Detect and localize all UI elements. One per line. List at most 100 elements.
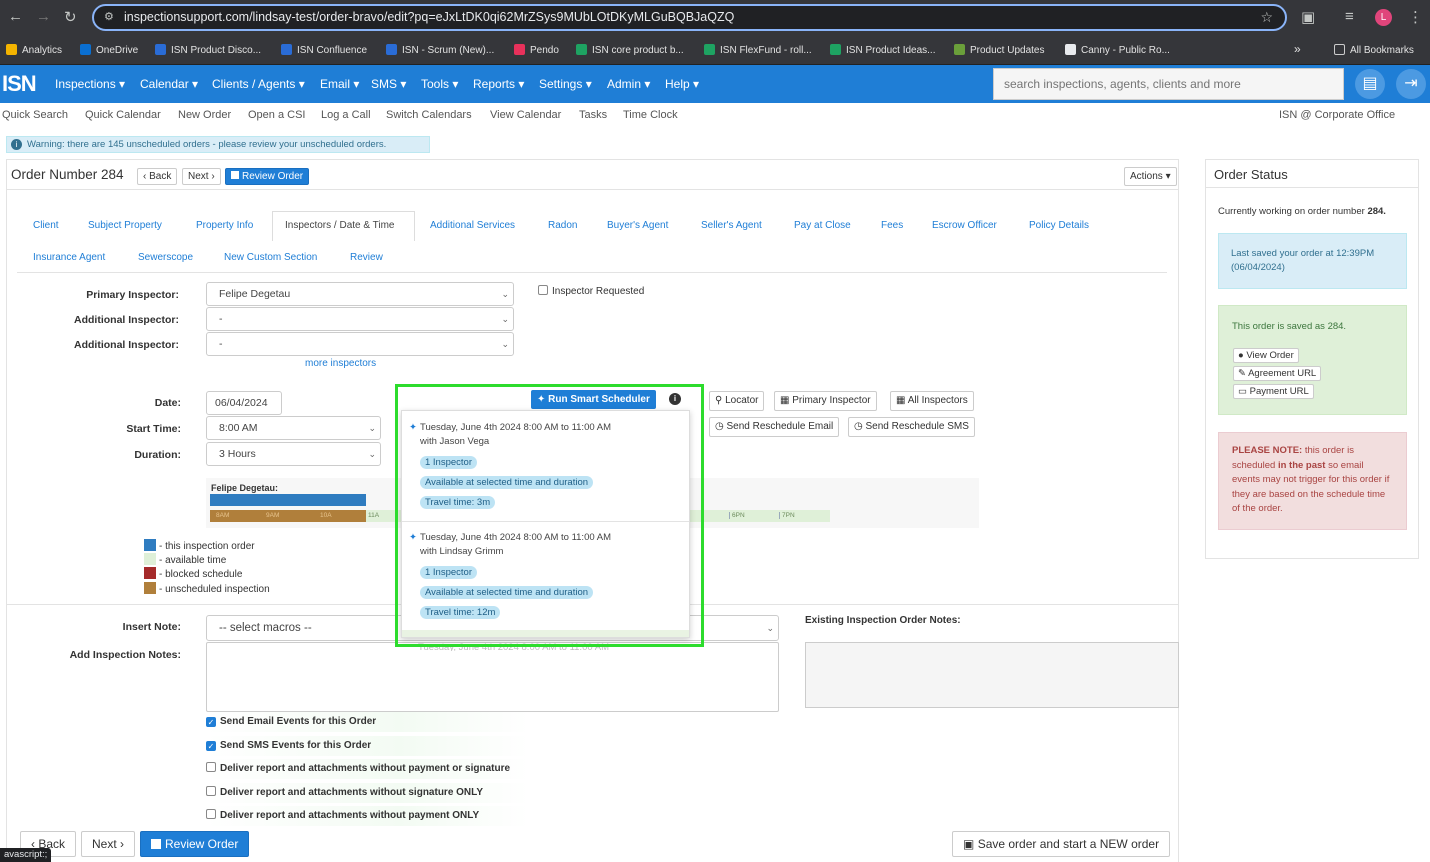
checkbox[interactable] bbox=[538, 285, 548, 295]
bookmark-item[interactable]: ISN Confluence bbox=[281, 44, 367, 56]
inspection-notes-textarea[interactable] bbox=[206, 642, 779, 712]
tab-subject-property[interactable]: Subject Property bbox=[88, 220, 162, 231]
footer-next-button[interactable]: Next › bbox=[81, 831, 136, 857]
more-inspectors-link[interactable]: more inspectors bbox=[305, 358, 376, 369]
subnav-time-clock[interactable]: Time Clock bbox=[623, 109, 678, 121]
primary-inspector-select[interactable]: Felipe Degetau ⌄ bbox=[206, 282, 514, 306]
office-label[interactable]: ISN @ Corporate Office bbox=[1279, 109, 1395, 121]
nav-email[interactable]: Email ▾ bbox=[320, 77, 359, 91]
tab-new-custom-section[interactable]: New Custom Section bbox=[224, 252, 317, 263]
tab-insurance-agent[interactable]: Insurance Agent bbox=[33, 252, 105, 263]
bookmark-item[interactable]: ISN Product Disco... bbox=[155, 44, 261, 56]
duration-select[interactable]: 3 Hours ⌄ bbox=[206, 442, 381, 466]
next-button[interactable]: Next › bbox=[182, 168, 221, 185]
tab-property-info[interactable]: Property Info bbox=[196, 220, 253, 231]
tab-fees[interactable]: Fees bbox=[881, 220, 903, 231]
bookmark-item[interactable]: ISN FlexFund - roll... bbox=[704, 44, 812, 56]
logout-icon[interactable]: ⇥ bbox=[1396, 69, 1426, 99]
checkbox[interactable] bbox=[206, 762, 216, 772]
profile-avatar[interactable]: L bbox=[1375, 9, 1392, 26]
bookmark-star-icon[interactable]: ☆ bbox=[1260, 6, 1273, 29]
unscheduled-warning[interactable]: i Warning: there are 145 unscheduled ord… bbox=[6, 136, 430, 153]
bookmark-item[interactable]: Product Updates bbox=[954, 44, 1045, 56]
tab-inspectors-date-time[interactable]: Inspectors / Date & Time bbox=[285, 220, 395, 231]
subnav-switch-calendars[interactable]: Switch Calendars bbox=[386, 109, 472, 121]
tab-radon[interactable]: Radon bbox=[548, 220, 577, 231]
back-arrow-icon[interactable]: ← bbox=[8, 8, 23, 25]
reading-list-icon[interactable]: ≡ bbox=[1345, 8, 1354, 25]
send-sms-events-option[interactable]: ✓ Send SMS Events for this Order bbox=[206, 736, 528, 756]
nav-clients-agents[interactable]: Clients / Agents ▾ bbox=[212, 77, 305, 91]
bookmark-item[interactable]: ISN - Scrum (New)... bbox=[386, 44, 494, 56]
review-order-button[interactable]: Review Order bbox=[225, 168, 310, 185]
primary-inspector-button[interactable]: ▦ Primary Inspector bbox=[774, 391, 877, 411]
tab-sellers-agent[interactable]: Seller's Agent bbox=[701, 220, 762, 231]
nav-inspections[interactable]: Inspections ▾ bbox=[55, 77, 125, 91]
subnav-log-call[interactable]: Log a Call bbox=[321, 109, 371, 121]
nav-admin[interactable]: Admin ▾ bbox=[607, 77, 650, 91]
checkbox[interactable] bbox=[206, 786, 216, 796]
send-reschedule-sms-button[interactable]: ◷ Send Reschedule SMS bbox=[848, 417, 975, 437]
additional-inspector-select-1[interactable]: - ⌄ bbox=[206, 307, 514, 331]
subnav-new-order[interactable]: New Order bbox=[178, 109, 231, 121]
checkbox-checked[interactable]: ✓ bbox=[206, 741, 216, 751]
all-inspectors-button[interactable]: ▦ All Inspectors bbox=[890, 391, 974, 411]
inspector-requested-checkbox[interactable]: Inspector Requested bbox=[538, 285, 644, 297]
tab-sewerscope[interactable]: Sewerscope bbox=[138, 252, 193, 263]
additional-inspector-select-2[interactable]: - ⌄ bbox=[206, 332, 514, 356]
bookmark-item[interactable]: ISN core product b... bbox=[576, 44, 684, 56]
chat-icon[interactable]: ▤ bbox=[1355, 69, 1385, 99]
nav-sms[interactable]: SMS ▾ bbox=[371, 77, 406, 91]
bookmark-item[interactable]: Pendo bbox=[514, 44, 559, 56]
date-input[interactable]: 06/04/2024 bbox=[206, 391, 282, 415]
subnav-quick-calendar[interactable]: Quick Calendar bbox=[85, 109, 161, 121]
unscheduled-block[interactable]: 8AM 9AM 10A bbox=[210, 510, 366, 522]
subnav-open-csi[interactable]: Open a CSI bbox=[248, 109, 305, 121]
nav-tools[interactable]: Tools ▾ bbox=[421, 77, 458, 91]
extensions-icon[interactable]: ▣ bbox=[1301, 8, 1315, 26]
tab-review[interactable]: Review bbox=[350, 252, 383, 263]
reload-icon[interactable]: ↻ bbox=[64, 8, 77, 26]
deliver-without-signature-option[interactable]: Deliver report and attachments without s… bbox=[206, 783, 528, 803]
nav-help[interactable]: Help ▾ bbox=[665, 77, 699, 91]
subnav-quick-search[interactable]: Quick Search bbox=[2, 109, 68, 121]
bookmark-item[interactable]: Analytics bbox=[6, 44, 62, 56]
tab-additional-services[interactable]: Additional Services bbox=[430, 220, 515, 231]
footer-review-order-button[interactable]: Review Order bbox=[140, 831, 250, 857]
site-settings-icon[interactable]: ⚙ bbox=[104, 6, 114, 29]
send-reschedule-email-button[interactable]: ◷ Send Reschedule Email bbox=[709, 417, 840, 437]
tab-policy-details[interactable]: Policy Details bbox=[1029, 220, 1089, 231]
deliver-without-payment-option[interactable]: Deliver report and attachments without p… bbox=[206, 806, 528, 826]
deliver-without-payment-signature-option[interactable]: Deliver report and attachments without p… bbox=[206, 759, 528, 779]
locator-button[interactable]: ⚲ Locator bbox=[709, 391, 765, 411]
all-bookmarks[interactable]: All Bookmarks bbox=[1334, 44, 1414, 56]
nav-settings[interactable]: Settings ▾ bbox=[539, 77, 592, 91]
forward-arrow-icon[interactable]: → bbox=[36, 8, 51, 25]
actions-dropdown[interactable]: Actions ▾ bbox=[1124, 167, 1177, 186]
agreement-url-button[interactable]: ✎ Agreement URL bbox=[1233, 366, 1322, 381]
checkbox-checked[interactable]: ✓ bbox=[206, 717, 216, 727]
bookmark-item[interactable]: Canny - Public Ro... bbox=[1065, 44, 1170, 56]
address-bar[interactable]: ⚙ inspectionsupport.com/lindsay-test/ord… bbox=[92, 4, 1287, 31]
payment-url-button[interactable]: ▭ Payment URL bbox=[1233, 384, 1314, 399]
save-and-new-order-button[interactable]: ▣ Save order and start a NEW order bbox=[952, 831, 1171, 857]
tab-pay-at-close[interactable]: Pay at Close bbox=[794, 220, 851, 231]
menu-dots-icon[interactable]: ⋮ bbox=[1408, 8, 1423, 26]
bookmarks-overflow-icon[interactable]: » bbox=[1294, 42, 1301, 56]
subnav-view-calendar[interactable]: View Calendar bbox=[490, 109, 561, 121]
this-order-block[interactable] bbox=[210, 494, 366, 506]
back-button[interactable]: ‹ Back bbox=[137, 168, 178, 185]
tab-client[interactable]: Client bbox=[33, 220, 59, 231]
subnav-tasks[interactable]: Tasks bbox=[579, 109, 607, 121]
nav-calendar[interactable]: Calendar ▾ bbox=[140, 77, 198, 91]
view-order-button[interactable]: ● View Order bbox=[1233, 348, 1299, 363]
isn-logo[interactable]: ISN bbox=[2, 71, 37, 97]
global-search-input[interactable] bbox=[993, 68, 1344, 100]
bookmark-item[interactable]: OneDrive bbox=[80, 44, 138, 56]
nav-reports[interactable]: Reports ▾ bbox=[473, 77, 524, 91]
checkbox[interactable] bbox=[206, 809, 216, 819]
start-time-select[interactable]: 8:00 AM ⌄ bbox=[206, 416, 381, 440]
tab-escrow-officer[interactable]: Escrow Officer bbox=[932, 220, 997, 231]
bookmark-item[interactable]: ISN Product Ideas... bbox=[830, 44, 936, 56]
send-email-events-option[interactable]: ✓ Send Email Events for this Order bbox=[206, 712, 528, 732]
